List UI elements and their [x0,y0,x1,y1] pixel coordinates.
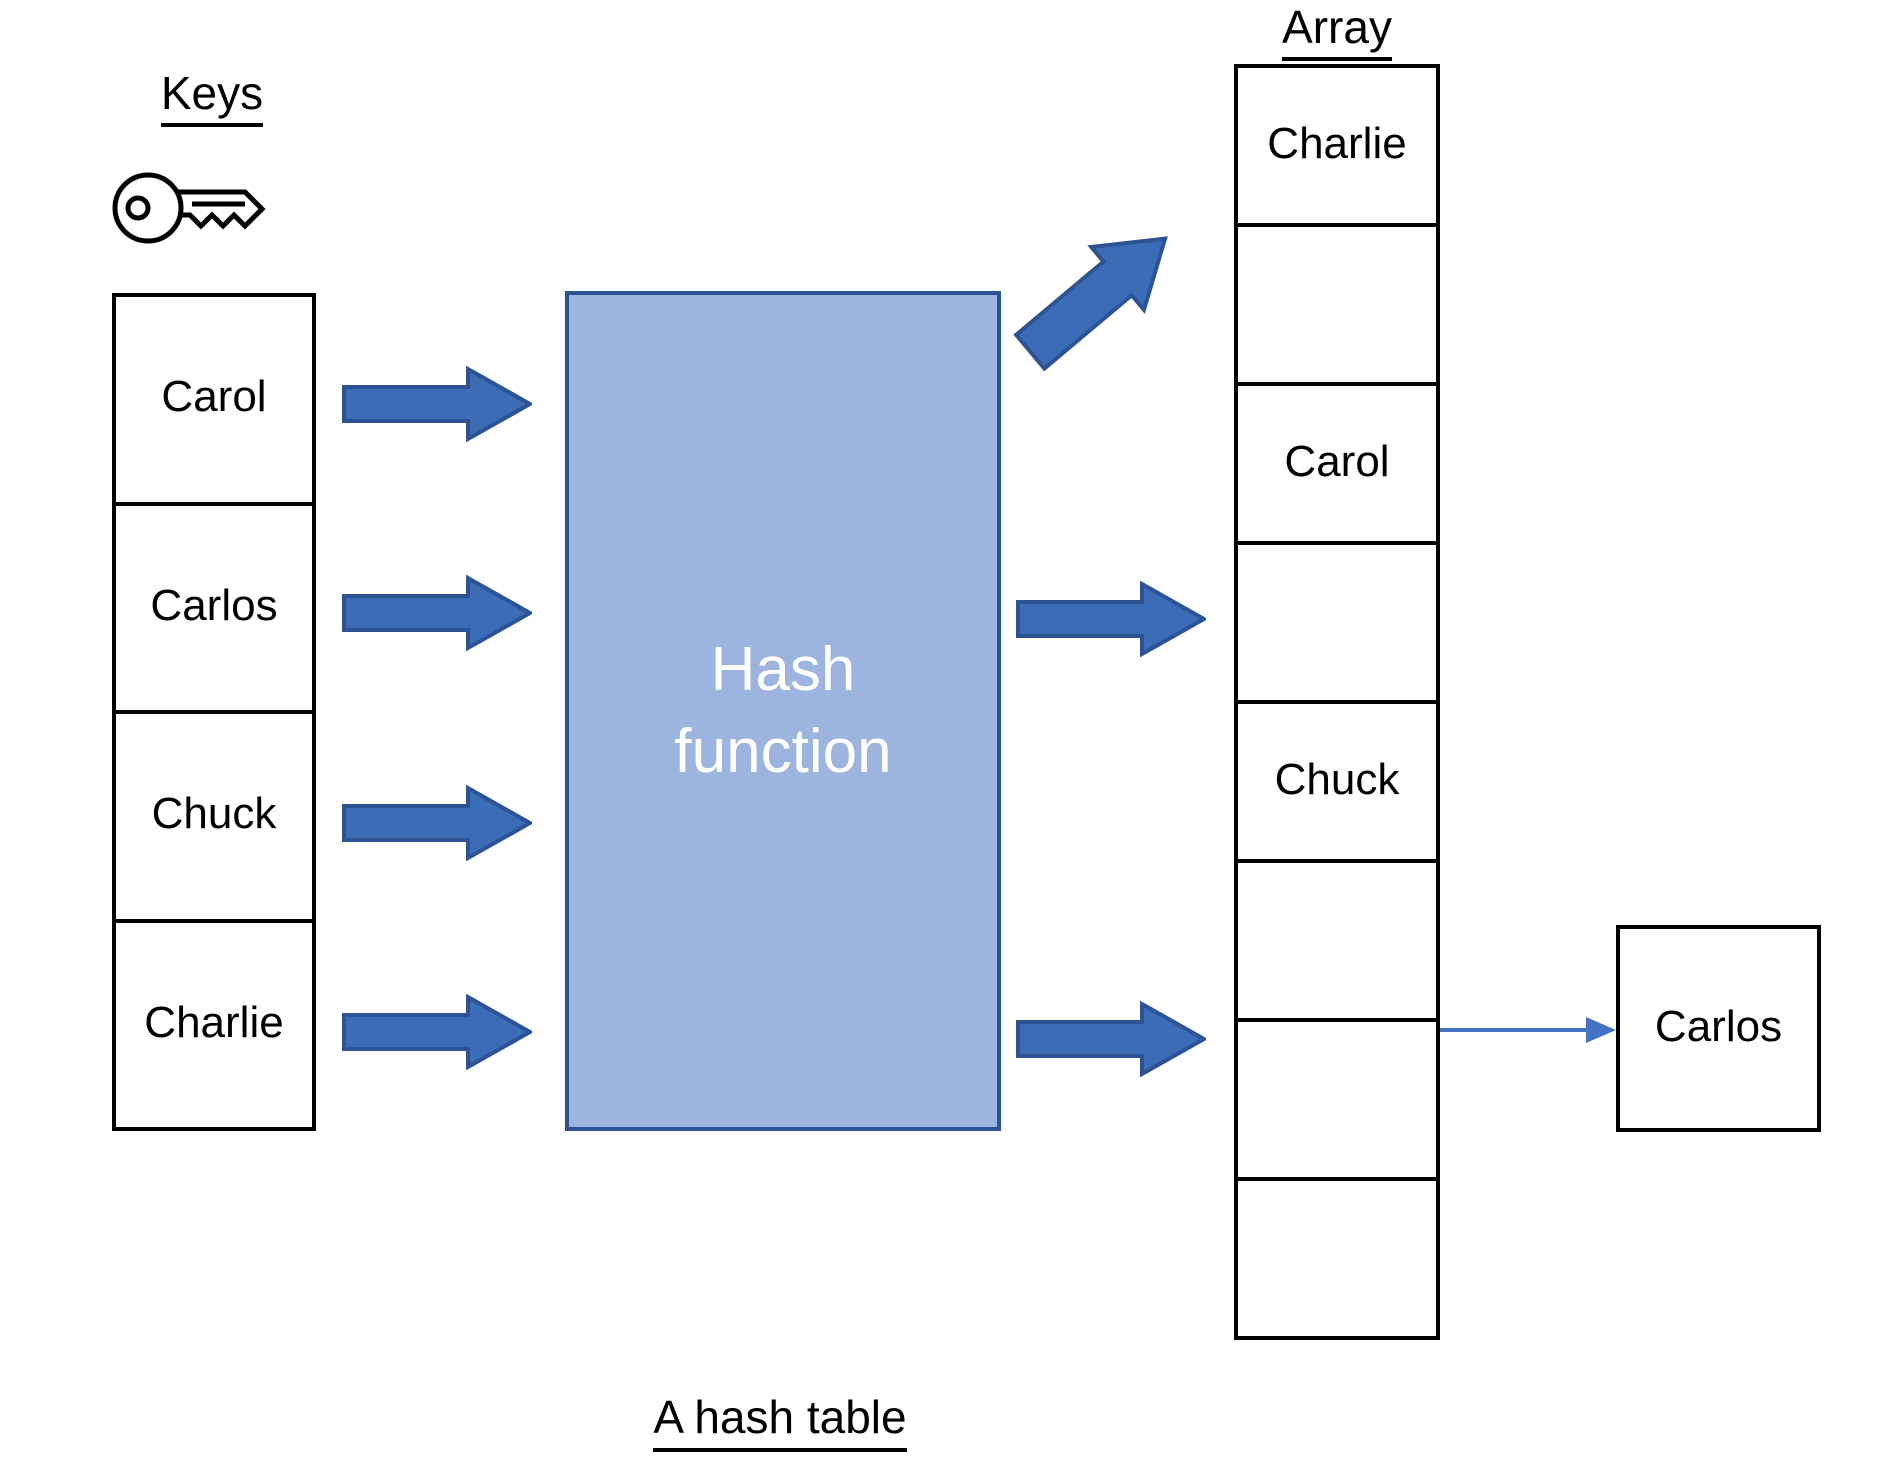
keys-heading-label: Keys [160,67,264,127]
input-arrow-carlos [342,574,535,652]
output-arrow-charlie-diagonal [1008,218,1188,373]
key-cell-carlos[interactable]: Carlos [116,506,312,714]
array-slot-0[interactable]: Charlie [1238,68,1436,227]
array-heading-label: Array [1282,1,1392,61]
output-arrow-chuck [1016,1000,1209,1078]
key-cell-chuck[interactable]: Chuck [116,714,312,923]
array-slot-1[interactable] [1238,227,1436,386]
output-arrow-carol [1016,580,1209,658]
array-slot-label: Chuck [1274,754,1400,804]
key-cell-label: Chuck [151,789,277,839]
input-arrow-charlie [342,993,535,1071]
hash-table-diagram: Keys Carol Carlos Chuck Charlie Hash fun… [0,0,1880,1484]
chain-arrow-chuck-to-carlos [1440,1000,1620,1060]
keys-heading: Keys [62,66,362,127]
input-arrow-carol [342,365,535,443]
array-column: Charlie Carol Chuck [1234,64,1440,1340]
array-heading: Array [1187,0,1487,61]
array-slot-label: Charlie [1267,118,1407,168]
key-cell-label: Carol [161,372,267,422]
input-arrow-chuck [342,784,535,862]
array-slot-3[interactable] [1238,545,1436,704]
diagram-caption: A hash table [470,1390,1090,1452]
hash-function-box: Hash function [565,291,1001,1131]
diagram-caption-label: A hash table [653,1391,907,1452]
array-slot-label: Carol [1284,436,1390,486]
keys-column: Carol Carlos Chuck Charlie [112,293,316,1131]
overflow-node-label: Carlos [1654,1001,1783,1051]
key-cell-label: Carlos [150,580,278,630]
key-icon [112,166,292,251]
array-slot-7[interactable] [1238,1181,1436,1336]
key-cell-charlie[interactable]: Charlie [116,923,312,1128]
overflow-node-box[interactable]: Carlos [1616,925,1821,1132]
key-cell-carol[interactable]: Carol [116,297,312,506]
array-slot-6[interactable] [1238,1022,1436,1181]
hash-function-label: Hash function [674,635,892,786]
array-slot-5[interactable] [1238,863,1436,1022]
key-cell-label: Charlie [144,997,284,1047]
array-slot-2[interactable]: Carol [1238,386,1436,545]
array-slot-4[interactable]: Chuck [1238,704,1436,863]
